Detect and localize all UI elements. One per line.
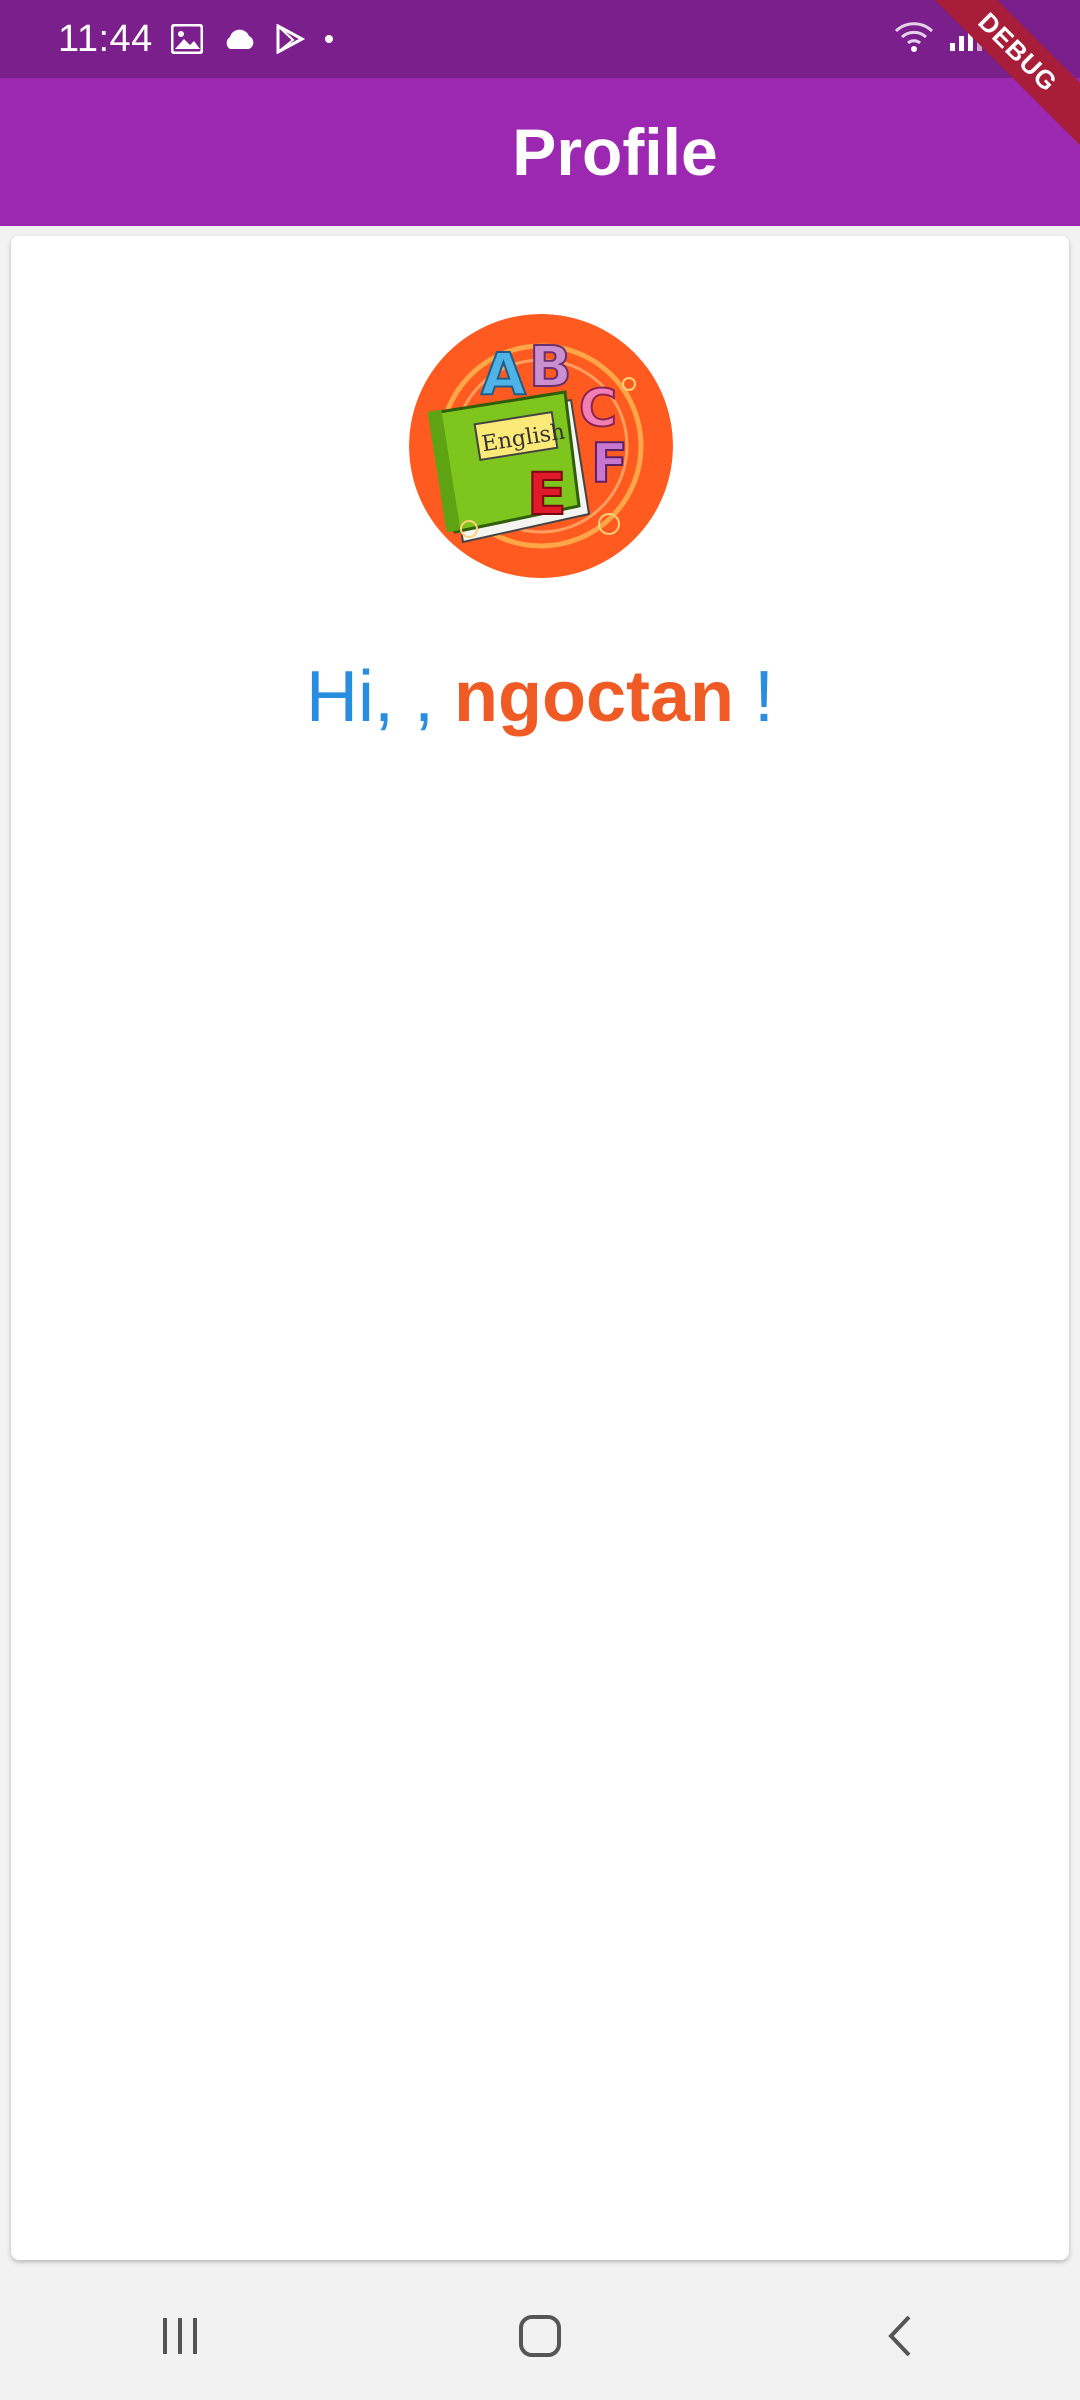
status-notification-icons — [170, 24, 335, 54]
cloud-icon — [226, 29, 254, 49]
profile-card: A B C F English E Hi, , ngoctan ! — [11, 236, 1069, 2260]
greeting-prefix: Hi, , — [305, 657, 454, 737]
english-book-logo: A B C F English E — [409, 314, 673, 578]
recent-apps-icon — [163, 2318, 197, 2354]
svg-text:B: B — [529, 335, 572, 400]
dot-icon — [324, 35, 333, 43]
recent-apps-button[interactable] — [120, 2296, 240, 2376]
username: ngoctan — [454, 657, 734, 737]
system-nav-bar — [0, 2272, 1080, 2400]
play-store-icon — [276, 24, 305, 54]
status-time: 11:44 — [58, 17, 153, 60]
back-icon — [888, 2315, 911, 2357]
app-bar: Profile — [0, 78, 1080, 226]
back-button[interactable] — [840, 2296, 960, 2376]
greeting: Hi, , ngoctan ! — [11, 656, 1069, 738]
svg-text:C: C — [579, 379, 617, 439]
profile-avatar: A B C F English E — [409, 314, 673, 578]
svg-text:F: F — [591, 432, 628, 495]
greeting-suffix: ! — [733, 657, 774, 737]
home-button[interactable] — [480, 2296, 600, 2376]
page-title: Profile — [512, 115, 718, 189]
image-icon — [170, 24, 203, 54]
svg-text:E: E — [527, 460, 567, 528]
status-bar: 11:44 DEBUG — [0, 0, 1080, 153]
wifi-icon — [894, 22, 934, 52]
home-icon — [519, 2315, 561, 2357]
